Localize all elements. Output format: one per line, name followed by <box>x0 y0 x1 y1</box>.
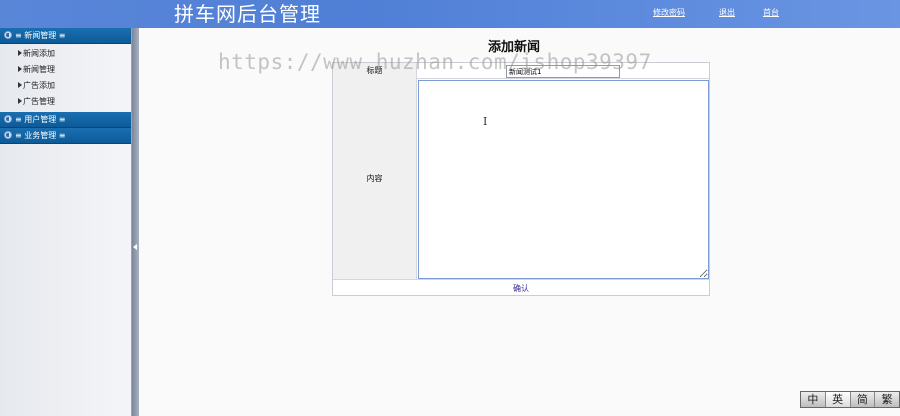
sidebar-item-manage-ads[interactable]: 广告管理 <box>18 94 131 110</box>
arrow-right-icon <box>18 66 22 72</box>
sidebar-group-news[interactable]: ≡ 新闻管理 ≡ <box>0 28 131 44</box>
content-label: 内容 <box>333 79 417 279</box>
sidebar-item-label: 新闻添加 <box>23 49 55 58</box>
collapse-arrow-icon[interactable] <box>133 244 137 250</box>
sidebar-splitter[interactable] <box>132 28 139 416</box>
page-title: 添加新闻 <box>488 40 541 55</box>
sidebar-item-add-news[interactable]: 新闻添加 <box>18 46 131 62</box>
arrow-right-icon <box>18 50 22 56</box>
sidebar-group-label: ≡ 新闻管理 ≡ <box>15 31 66 40</box>
main-content: 添加新闻 标题 内容 I 确认 <box>139 28 900 416</box>
sidebar-item-add-ad[interactable]: 广告添加 <box>18 78 131 94</box>
app-title: 拼车网后台管理 <box>174 2 321 26</box>
collapse-toggle-icon <box>4 131 12 139</box>
sidebar-item-label: 广告管理 <box>23 97 55 106</box>
arrow-right-icon <box>18 98 22 104</box>
form-row-submit: 确认 <box>333 279 709 296</box>
form-row-content: 内容 I <box>333 79 709 279</box>
confirm-button[interactable]: 确认 <box>513 283 529 294</box>
sidebar-group-items: 新闻添加 新闻管理 广告添加 广告管理 <box>0 44 131 112</box>
sidebar-group-label: ≡ 业务管理 ≡ <box>15 131 66 140</box>
lang-chinese-button[interactable]: 中 <box>801 392 826 407</box>
sidebar-group-business[interactable]: ≡ 业务管理 ≡ <box>0 128 131 144</box>
title-label: 标题 <box>333 63 417 79</box>
collapse-toggle-icon <box>4 115 12 123</box>
sidebar: ≡ 新闻管理 ≡ 新闻添加 新闻管理 广告添加 广告管理 ≡ 用户管理 ≡ ≡ … <box>0 28 132 416</box>
language-switcher: 中 英 简 繁 <box>800 391 900 408</box>
lang-english-button[interactable]: 英 <box>825 392 851 407</box>
sidebar-item-label: 广告添加 <box>23 81 55 90</box>
home-link[interactable]: 首台 <box>763 7 779 18</box>
title-input[interactable] <box>506 65 620 78</box>
collapse-toggle-icon <box>4 31 12 39</box>
lang-simplified-button[interactable]: 简 <box>850 392 876 407</box>
arrow-right-icon <box>18 82 22 88</box>
logout-link[interactable]: 退出 <box>719 7 735 18</box>
lang-traditional-button[interactable]: 繁 <box>875 392 899 407</box>
sidebar-group-users[interactable]: ≡ 用户管理 ≡ <box>0 112 131 128</box>
header-bar: 拼车网后台管理 修改密码 退出 首台 <box>0 0 900 28</box>
content-textarea[interactable] <box>418 80 709 279</box>
change-password-link[interactable]: 修改密码 <box>653 7 685 18</box>
add-news-form: 标题 内容 I 确认 <box>332 62 710 296</box>
form-row-title: 标题 <box>333 63 709 79</box>
sidebar-item-manage-news[interactable]: 新闻管理 <box>18 62 131 78</box>
sidebar-group-label: ≡ 用户管理 ≡ <box>15 115 66 124</box>
sidebar-item-label: 新闻管理 <box>23 65 55 74</box>
